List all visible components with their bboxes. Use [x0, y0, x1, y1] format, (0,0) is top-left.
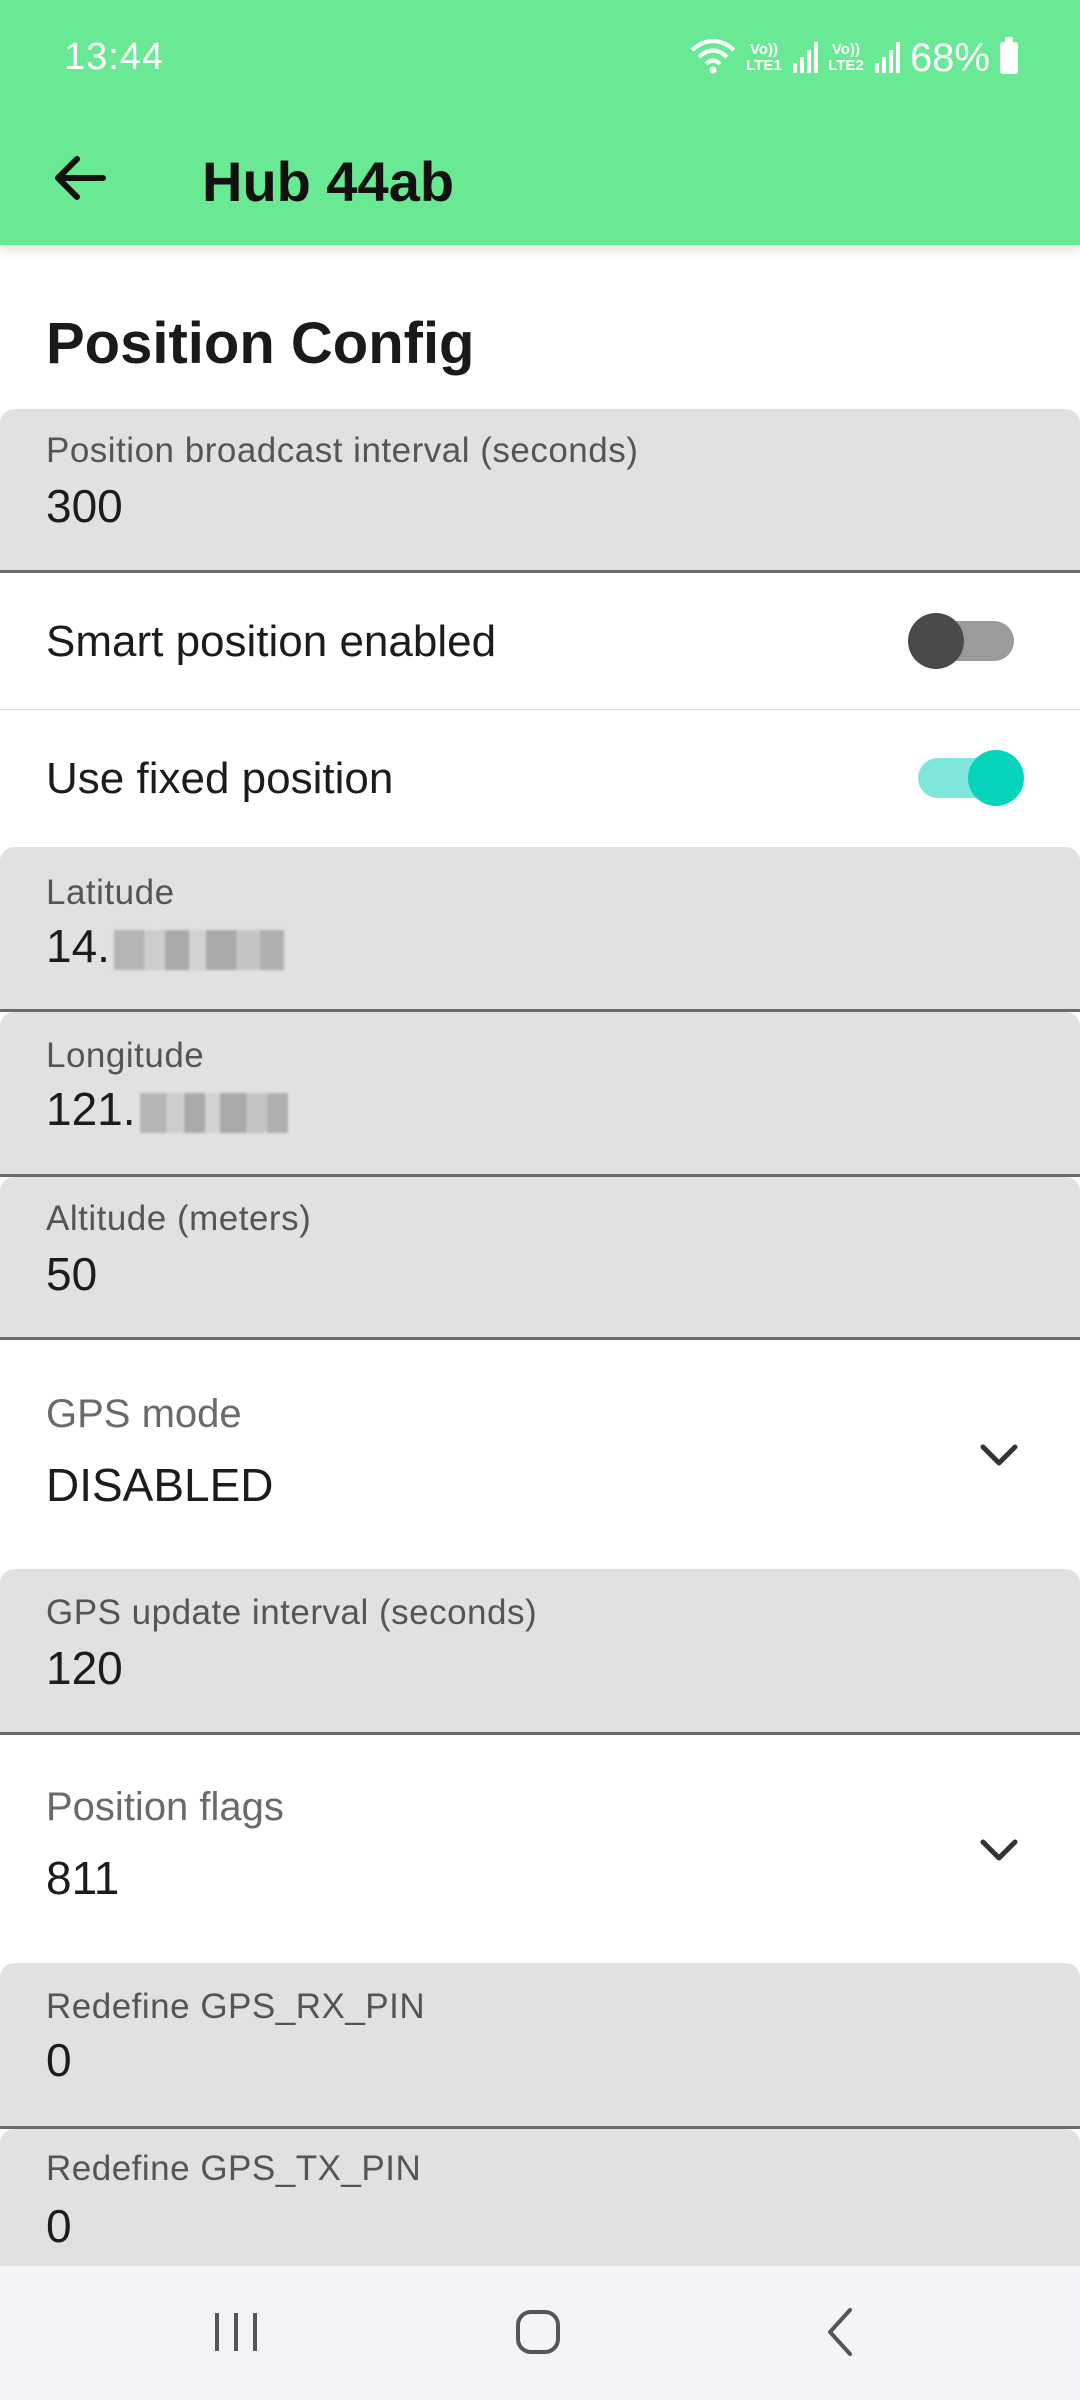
field-value: 0 — [46, 2200, 72, 2252]
status-bar: 13:44 Vo)) LTE1 Vo)) LTE2 68% — [0, 0, 1080, 120]
signal-icon — [792, 39, 818, 78]
nav-back-button[interactable] — [795, 2296, 885, 2372]
section-title: Position Config — [46, 311, 475, 376]
altitude-field[interactable]: Altitude (meters) 50 — [0, 1177, 1080, 1340]
fixed-position-switch[interactable] — [918, 750, 1024, 806]
dropdown-label: Position flags — [46, 1785, 284, 1829]
signal-icon — [874, 39, 900, 78]
battery-icon — [1000, 37, 1018, 74]
wifi-icon — [690, 36, 736, 81]
nav-back-icon — [822, 2306, 858, 2363]
dropdown-value: 811 — [46, 1852, 120, 1904]
gps-mode-dropdown[interactable]: GPS mode DISABLED — [0, 1340, 1080, 1568]
field-value: 14. — [46, 919, 284, 973]
field-label: Latitude — [46, 873, 175, 912]
switch-knob — [968, 750, 1024, 806]
field-label: Longitude — [46, 1036, 205, 1075]
chevron-down-icon[interactable] — [974, 1430, 1024, 1480]
recents-button[interactable] — [191, 2296, 281, 2372]
toggle-label: Use fixed position — [46, 754, 394, 803]
field-value: 120 — [46, 1642, 123, 1694]
field-label: Redefine GPS_TX_PIN — [46, 2149, 422, 2188]
position-flags-dropdown[interactable]: Position flags 811 — [0, 1735, 1080, 1963]
latitude-field[interactable]: Latitude 14. — [0, 847, 1080, 1012]
status-time: 13:44 — [64, 36, 165, 78]
broadcast-interval-field[interactable]: Position broadcast interval (seconds) 30… — [0, 409, 1080, 573]
field-label: GPS update interval (seconds) — [46, 1593, 538, 1632]
latitude-value: 14. — [46, 920, 110, 972]
field-value: 300 — [46, 480, 123, 532]
field-value: 50 — [46, 1248, 98, 1300]
field-label: Altitude (meters) — [46, 1199, 312, 1238]
arrow-left-icon — [53, 155, 107, 206]
app-bar: Hub 44ab — [0, 120, 1080, 245]
chevron-down-icon[interactable] — [974, 1825, 1024, 1875]
redacted-value — [139, 1092, 288, 1133]
status-icons: Vo)) LTE1 Vo)) LTE2 68% — [690, 30, 1018, 86]
dropdown-label: GPS mode — [46, 1392, 242, 1436]
gps-update-interval-field[interactable]: GPS update interval (seconds) 120 — [0, 1569, 1080, 1735]
field-label: Position broadcast interval (seconds) — [46, 431, 639, 470]
back-button[interactable] — [40, 140, 120, 220]
top-app-bar: 13:44 Vo)) LTE1 Vo)) LTE2 68% Hub 44ab — [0, 0, 1080, 245]
sim1-label: Vo)) LTE1 — [746, 41, 782, 74]
fixed-position-row[interactable]: Use fixed position — [0, 710, 1080, 846]
redacted-value — [113, 929, 284, 970]
home-button[interactable] — [493, 2296, 583, 2372]
field-label: Redefine GPS_RX_PIN — [46, 1987, 426, 2026]
home-icon — [513, 2307, 563, 2362]
toggle-label: Smart position enabled — [46, 617, 497, 666]
longitude-value: 121. — [46, 1083, 136, 1135]
smart-position-switch[interactable] — [908, 613, 1014, 669]
longitude-field[interactable]: Longitude 121. — [0, 1012, 1080, 1177]
field-value: 0 — [46, 2034, 72, 2086]
smart-position-row[interactable]: Smart position enabled — [0, 573, 1080, 711]
dropdown-value: DISABLED — [46, 1459, 274, 1511]
recents-icon — [211, 2309, 261, 2360]
field-value: 121. — [46, 1082, 288, 1136]
page-title: Hub 44ab — [202, 150, 455, 213]
system-nav-bar — [0, 2266, 1080, 2400]
sim2-label: Vo)) LTE2 — [828, 41, 864, 74]
battery-percent: 68% — [909, 35, 990, 80]
gps-rx-pin-field[interactable]: Redefine GPS_RX_PIN 0 — [0, 1963, 1080, 2129]
switch-knob — [908, 613, 964, 669]
